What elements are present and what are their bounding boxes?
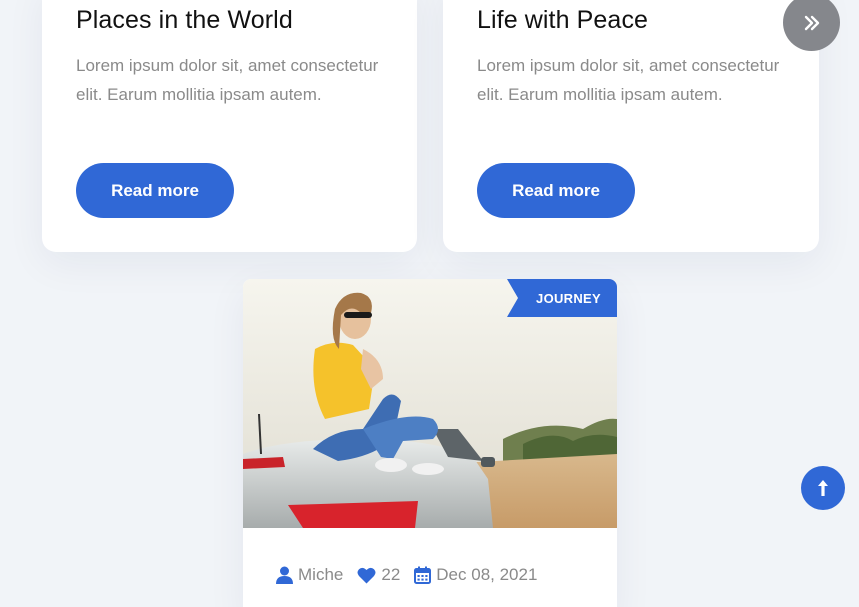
double-chevron-right-icon [804, 15, 819, 30]
card-title: Places in the World [76, 6, 293, 34]
read-more-button[interactable]: Read more [477, 163, 635, 218]
heart-icon [357, 567, 376, 583]
post-date: Dec 08, 2021 [436, 565, 538, 584]
featured-post-card: JOURNEY Miche 22 Dec 08, 2021 [243, 279, 617, 607]
likes-count: 22 [381, 565, 401, 584]
post-meta: Miche 22 Dec 08, 2021 [276, 565, 551, 585]
card-excerpt: Lorem ipsum dolor sit, amet consectetur … [477, 56, 780, 104]
post-card: Life with Peace Lorem ipsum dolor sit, a… [443, 0, 819, 252]
card-excerpt: Lorem ipsum dolor sit, amet consectetur … [76, 56, 379, 104]
user-icon [276, 566, 293, 584]
back-to-top-button[interactable] [801, 466, 845, 510]
read-more-button[interactable]: Read more [76, 163, 234, 218]
meta-likes[interactable]: 22 [357, 565, 400, 585]
post-card: Places in the World Lorem ipsum dolor si… [42, 0, 417, 252]
arrow-up-icon [818, 480, 828, 496]
meta-date: Dec 08, 2021 [414, 565, 537, 585]
carousel-next-button[interactable] [783, 0, 840, 51]
category-tag[interactable]: JOURNEY [507, 279, 617, 317]
calendar-icon [414, 566, 432, 584]
card-title: Life with Peace [477, 6, 649, 34]
meta-author[interactable]: Miche [276, 565, 343, 585]
author-name: Miche [298, 565, 344, 584]
